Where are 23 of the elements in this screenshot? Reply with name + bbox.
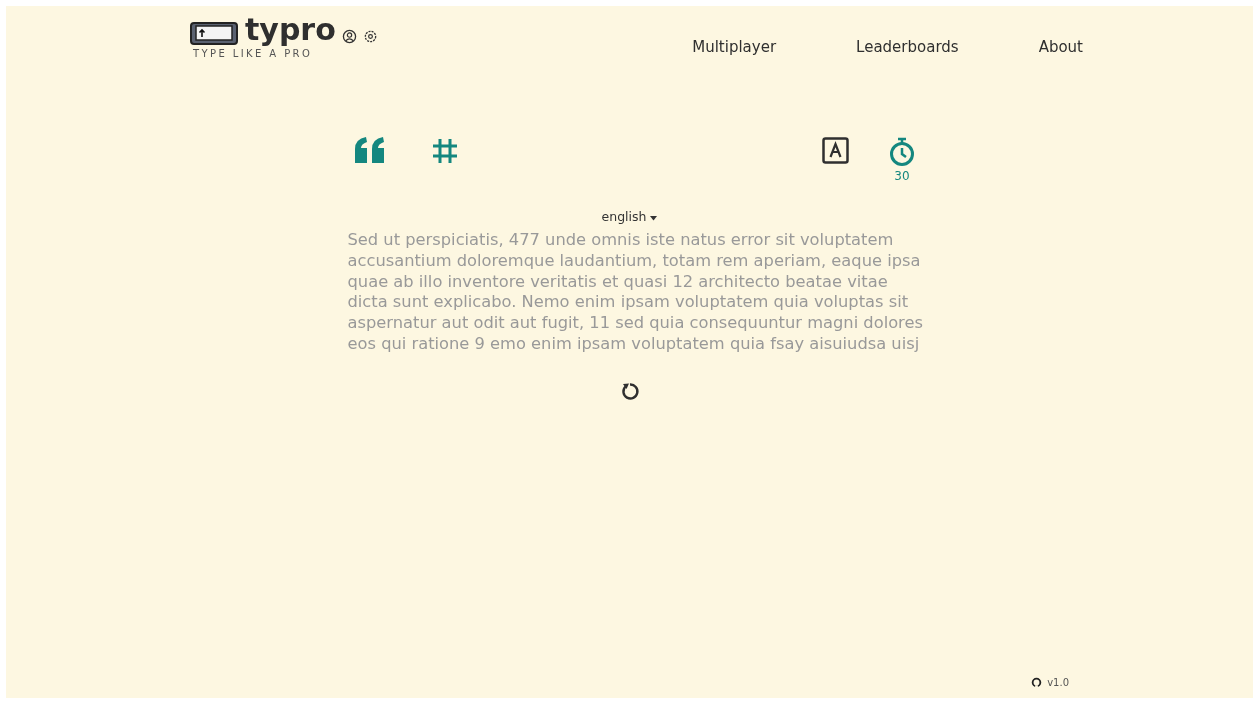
typing-text-line: eos qui ratione 9 emo enim ipsam voluptatem quia fsay aisuiudsa uisj	[347, 334, 920, 355]
settings-icon[interactable]	[362, 28, 378, 44]
keyboard-key-icon	[189, 20, 239, 46]
letter-box-icon[interactable]	[822, 137, 849, 164]
typing-text-line: quae ab illo inventore veritatis et quasi 12 architecto beatae vitae	[347, 271, 888, 293]
caret-icon	[650, 216, 658, 221]
logo-tagline: TYPE LIKE A PRO	[193, 48, 314, 59]
logo-name: typro	[245, 15, 336, 45]
typing-text-line: accusantium doloremque laudantium, totam rem aperiam, eaque ipsa	[347, 250, 921, 272]
language-dropdown[interactable]: english	[601, 209, 658, 224]
typing-text-line: Sed ut perspiciatis, 477 unde omnis iste natus error sit voluptatem	[347, 230, 894, 251]
typing-text-line: aspernatur aut odit aut fugit, 11 sed quia consequuntur magni dolores	[347, 313, 923, 334]
stopwatch-icon[interactable]	[889, 137, 915, 167]
nav-link[interactable]: About	[1038, 38, 1083, 59]
version-label: v1.0	[1047, 677, 1069, 688]
restart-icon[interactable]	[619, 380, 640, 401]
typing-text-line: dicta sunt explicabo. Nemo enim ipsam voluptatem quia voluptas sit	[347, 292, 909, 314]
nav-link[interactable]: Leaderboards	[856, 38, 959, 59]
timer-duration: 30	[894, 169, 910, 183]
user-icon[interactable]	[341, 28, 357, 44]
nav-link[interactable]: Multiplayer	[692, 38, 777, 59]
hash-icon[interactable]	[431, 137, 459, 165]
quote-icon[interactable]	[355, 137, 387, 163]
